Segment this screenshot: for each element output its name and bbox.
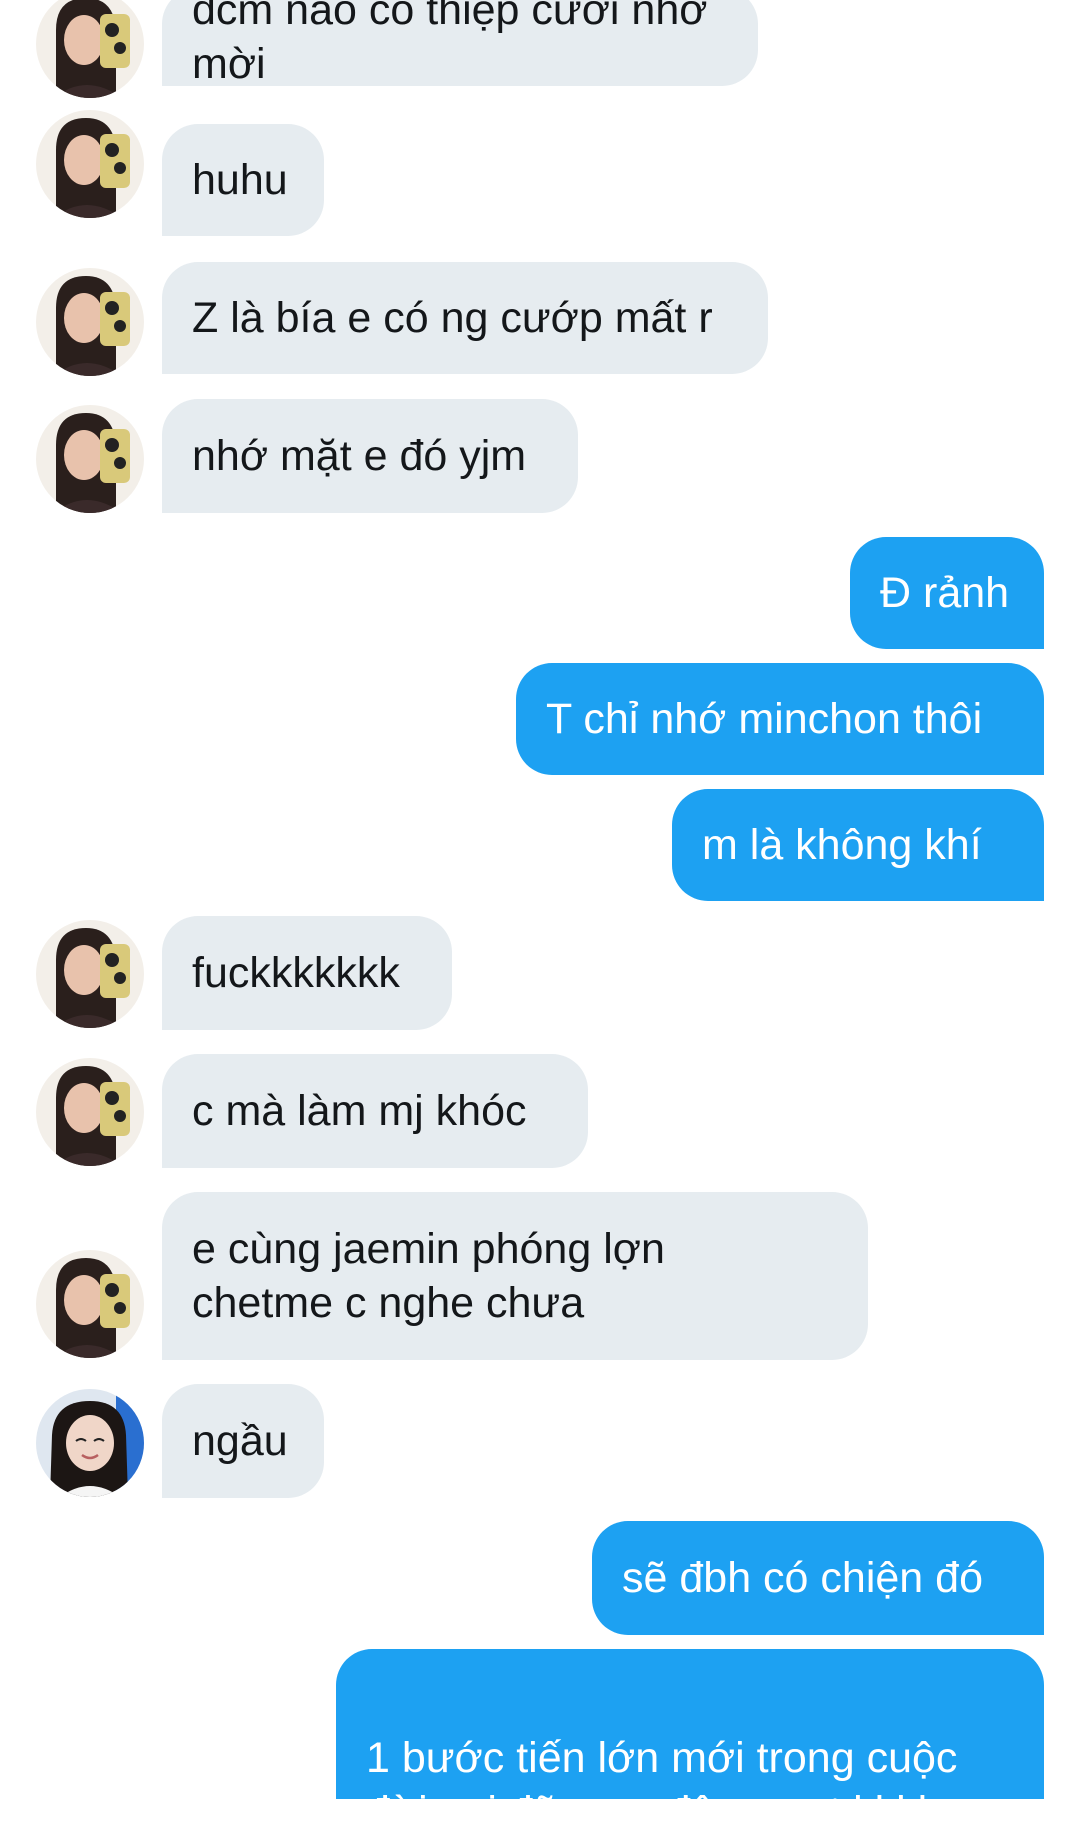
message-bubble-outgoing[interactable]: 1 bước tiến lớn mới trong cuộc đời, mj đ… (336, 1649, 1044, 1836)
message-text: fuckkkkkkk (192, 949, 400, 997)
message-text: đcm nào có thiệp cưới nhớ mời (192, 0, 708, 88)
avatar[interactable] (36, 110, 144, 218)
message-bubble-incoming[interactable]: Z là bía e có ng cướp mất r (162, 262, 768, 374)
message-text: Z là bía e có ng cướp mất r (192, 294, 713, 342)
message-text: T chỉ nhớ minchon thôi (546, 695, 983, 743)
woman-with-phone-avatar-icon (36, 268, 144, 376)
message-text: nhớ mặt e đó yjm (192, 432, 527, 480)
avatar[interactable] (36, 0, 144, 98)
message-bubble-outgoing[interactable]: m là không khí (672, 789, 1044, 901)
message-text: Đ rảnh (880, 569, 1010, 617)
message-text: ngầu (192, 1417, 288, 1465)
avatar[interactable] (36, 268, 144, 376)
message-bubble-incoming[interactable]: huhu (162, 124, 324, 236)
message-text: sẽ đbh có chiện đó (622, 1554, 983, 1602)
woman-with-phone-avatar-icon (36, 920, 144, 1028)
avatar[interactable] (36, 1250, 144, 1358)
message-text: huhu (192, 156, 288, 204)
message-text: e cùng jaemin phóng lợn chetme c nghe ch… (192, 1225, 665, 1327)
avatar[interactable] (36, 405, 144, 513)
message-text: c mà làm mj khóc (192, 1087, 527, 1135)
woman-with-phone-avatar-icon (36, 1058, 144, 1166)
message-bubble-incoming[interactable]: ngầu (162, 1384, 324, 1498)
message-text: m là không khí (702, 821, 982, 869)
message-bubble-incoming[interactable]: e cùng jaemin phóng lợn chetme c nghe ch… (162, 1192, 868, 1360)
woman-with-phone-avatar-icon (36, 1250, 144, 1358)
woman-with-phone-avatar-icon (36, 110, 144, 218)
message-bubble-outgoing[interactable]: T chỉ nhớ minchon thôi (516, 663, 1044, 775)
avatar[interactable] (36, 1389, 144, 1497)
message-bubble-incoming[interactable]: nhớ mặt e đó yjm (162, 399, 578, 513)
avatar[interactable] (36, 920, 144, 1028)
message-bubble-incoming[interactable]: đcm nào có thiệp cưới nhớ mời (162, 0, 758, 88)
message-text: 1 bước tiến lớn mới trong cuộc đời, mj đ… (366, 1734, 958, 1836)
message-bubble-outgoing[interactable]: Đ rảnh (850, 537, 1044, 649)
conversation-thread: đcm nào có thiệp cưới nhớ mời huhu Z là … (0, 0, 1080, 1836)
woman-with-phone-avatar-icon (36, 0, 144, 98)
message-bubble-incoming[interactable]: fuckkkkkkk (162, 916, 452, 1030)
message-bubble-outgoing[interactable]: sẽ đbh có chiện đó (592, 1521, 1044, 1635)
message-bubble-incoming[interactable]: c mà làm mj khóc (162, 1054, 588, 1168)
woman-with-phone-avatar-icon (36, 405, 144, 513)
avatar[interactable] (36, 1058, 144, 1166)
smiling-girl-avatar-icon (36, 1389, 144, 1497)
